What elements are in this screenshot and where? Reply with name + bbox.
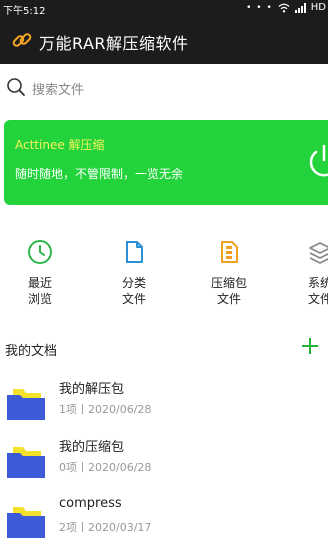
category-label: 文件 [307, 292, 328, 306]
status-bar: 下午5:12 • • • HD [0, 0, 328, 17]
category-system[interactable]: 系统 文件 [288, 238, 328, 307]
folder-meta: 0项丨2020/06/28 [59, 461, 152, 474]
folder-row[interactable]: 我的压缩包 0项丨2020/06/28 [0, 436, 328, 494]
folder-row[interactable]: compress 2项丨2020/03/17 [0, 496, 328, 554]
app-bar: 万能RAR解压缩软件 [0, 17, 328, 64]
folder-icon [7, 389, 45, 420]
category-label: 文件 [216, 292, 241, 306]
clock-icon [28, 240, 52, 264]
category-label: 浏览 [27, 292, 52, 306]
category-label: 压缩包 [210, 276, 247, 290]
power-cycle-icon [309, 144, 328, 177]
status-time: 下午5:12 [3, 6, 46, 17]
plus-icon[interactable] [300, 336, 320, 356]
banner-title: Acttinee 解压缩 [15, 138, 105, 152]
layers-icon [309, 242, 328, 264]
banner-subtitle: 随时随地，不管限制，一览无余 [15, 167, 184, 181]
signal-icon [294, 2, 306, 13]
folder-name: 我的解压包 [59, 382, 125, 397]
link-icon [12, 33, 32, 47]
folder-meta: 2项丨2020/03/17 [59, 521, 152, 534]
promo-banner[interactable]: Acttinee 解压缩 随时随地，不管限制，一览无余 [4, 120, 328, 205]
search-input[interactable]: 搜索文件 [32, 79, 84, 98]
wifi-icon [278, 3, 290, 12]
category-grid: 最近 浏览 分类 文件 压缩包 文件 系统 文件 [0, 238, 328, 318]
folder-meta: 1项丨2020/06/28 [59, 403, 152, 416]
category-classified[interactable]: 分类 文件 [102, 238, 166, 307]
folder-row[interactable]: 我的解压包 1项丨2020/06/28 [0, 378, 328, 436]
app-title: 万能RAR解压缩软件 [39, 34, 189, 53]
notification-dots-icon: • • • [246, 2, 273, 13]
document-icon [126, 241, 143, 263]
folder-name: 我的压缩包 [59, 440, 125, 455]
my-docs-header: 我的文档 [0, 336, 328, 360]
search-icon [7, 78, 25, 96]
folder-icon [7, 447, 45, 478]
archive-icon [221, 241, 238, 263]
category-recent[interactable]: 最近 浏览 [8, 238, 72, 307]
folder-icon [7, 507, 45, 538]
section-title: 我的文档 [5, 344, 58, 359]
category-label: 最近 [27, 276, 52, 290]
category-label: 分类 [121, 276, 146, 290]
category-label: 文件 [121, 292, 146, 306]
category-archive[interactable]: 压缩包 文件 [197, 238, 261, 307]
category-label: 系统 [307, 276, 328, 290]
status-icons: • • • HD [246, 2, 326, 13]
folder-name: compress [59, 496, 122, 511]
network-type: HD [310, 2, 326, 13]
search-bar[interactable]: 搜索文件 [0, 64, 328, 111]
